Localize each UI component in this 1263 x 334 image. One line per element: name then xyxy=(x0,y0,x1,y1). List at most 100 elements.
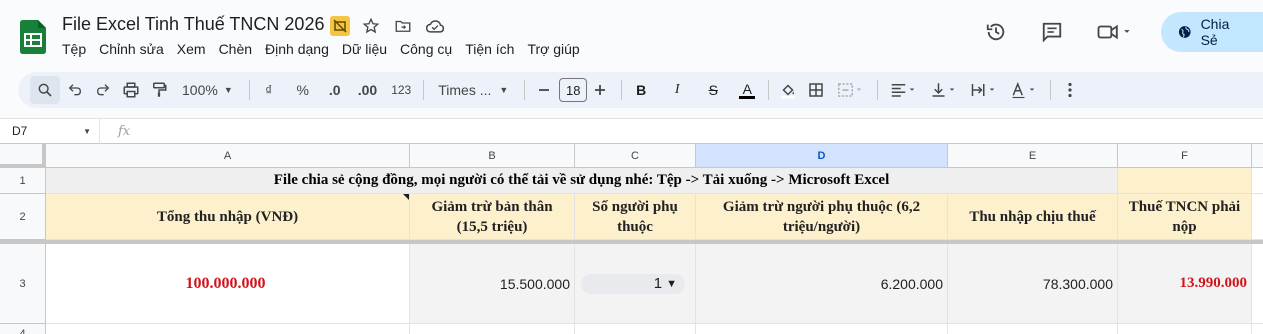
search-menus-icon[interactable] xyxy=(30,76,60,104)
cell-b4[interactable] xyxy=(410,324,575,334)
cell-c3[interactable]: 1 ▼ xyxy=(575,244,696,324)
share-button[interactable]: Chia Sẻ xyxy=(1161,12,1263,52)
menu-file[interactable]: Tệp xyxy=(62,41,86,57)
row-header-2[interactable]: 2 xyxy=(0,194,46,240)
header-personal-deduction[interactable]: Giảm trừ bản thân (15,5 triệu) xyxy=(410,194,575,240)
menu-format[interactable]: Định dạng xyxy=(265,41,329,57)
column-header-b[interactable]: B xyxy=(410,144,575,168)
banner-cell[interactable]: File chia sẻ cộng đồng, mọi người có thể… xyxy=(46,168,1118,194)
italic-button[interactable]: I xyxy=(664,76,690,104)
header-actions: Chia Sẻ xyxy=(979,12,1263,52)
title-icons xyxy=(330,15,446,37)
meet-video-icon[interactable] xyxy=(1091,15,1139,49)
text-color-letter: A xyxy=(742,80,752,97)
document-title[interactable]: File Excel Tinh Thuế TNCN 2026 xyxy=(62,14,324,35)
formula-input[interactable] xyxy=(130,118,1263,144)
undo-icon[interactable] xyxy=(62,76,88,104)
currency-format-button[interactable]: ₫ xyxy=(256,76,282,104)
text-color-button[interactable]: A xyxy=(734,76,760,104)
decrease-font-size-button[interactable] xyxy=(531,76,557,104)
header-total-income[interactable]: Tổng thu nhập (VNĐ) xyxy=(46,194,410,240)
fill-color-icon[interactable] xyxy=(775,76,801,104)
row-header-3[interactable]: 3 xyxy=(0,244,46,324)
toolbar-divider xyxy=(1050,80,1052,100)
cell-f3[interactable]: 13.990.000 xyxy=(1118,244,1252,324)
column-header-f[interactable]: F xyxy=(1118,144,1252,168)
note-indicator xyxy=(403,194,409,200)
select-all-corner[interactable] xyxy=(0,144,46,168)
strikethrough-button[interactable]: S xyxy=(700,76,726,104)
horizontal-align-icon[interactable] xyxy=(884,76,922,104)
font-size-input[interactable]: 18 xyxy=(559,78,588,102)
dependents-value: 1 xyxy=(653,275,663,292)
column-header-e[interactable]: E xyxy=(948,144,1118,168)
chevron-down-icon: ▼ xyxy=(223,85,233,95)
print-icon[interactable] xyxy=(118,76,144,104)
more-options-icon[interactable] xyxy=(1057,76,1083,104)
menu-help[interactable]: Trợ giúp xyxy=(527,41,579,57)
cell-b3[interactable]: 15.500.000 xyxy=(410,244,575,324)
comments-icon[interactable] xyxy=(1035,15,1069,49)
bold-button[interactable]: B xyxy=(628,76,654,104)
toolbar-divider xyxy=(524,80,526,100)
text-rotation-icon[interactable] xyxy=(1004,76,1042,104)
column-header-next[interactable] xyxy=(1252,144,1263,168)
menu-extensions[interactable]: Tiện ích xyxy=(465,41,514,57)
taxable-income-value: 78.300.000 xyxy=(1042,275,1113,292)
dependents-dropdown-chip[interactable]: 1 ▼ xyxy=(581,273,685,294)
cell-g3[interactable] xyxy=(1252,244,1263,324)
column-header-a[interactable]: A xyxy=(46,144,410,168)
cloud-saved-icon[interactable] xyxy=(424,15,446,37)
menu-bar: Tệp Chỉnh sửa Xem Chèn Định dạng Dữ liệu… xyxy=(62,41,580,57)
star-icon[interactable] xyxy=(360,15,382,37)
formula-bar: D7 ▼ fx xyxy=(0,118,1263,144)
menu-edit[interactable]: Chỉnh sửa xyxy=(99,41,164,57)
cell-g2[interactable] xyxy=(1252,194,1263,240)
zoom-select[interactable]: 100% ▼ xyxy=(174,76,241,104)
chevron-down-icon: ▼ xyxy=(83,126,91,136)
cell-e4[interactable] xyxy=(948,324,1118,334)
pit-payable-value: 13.990.000 xyxy=(1179,275,1248,291)
menu-data[interactable]: Dữ liệu xyxy=(342,41,387,57)
header-pit-payable[interactable]: Thuế TNCN phải nộp xyxy=(1118,194,1252,240)
cell-f4[interactable] xyxy=(1118,324,1252,334)
column-header-d[interactable]: D xyxy=(696,144,948,168)
menu-tools[interactable]: Công cụ xyxy=(400,41,452,57)
menu-insert[interactable]: Chèn xyxy=(219,41,252,57)
header-dependents[interactable]: Số người phụ thuộc xyxy=(575,194,696,240)
cell-d3[interactable]: 6.200.000 xyxy=(696,244,948,324)
sheets-logo-icon[interactable] xyxy=(20,20,46,54)
cell-f1[interactable] xyxy=(1118,168,1252,194)
offline-badge-icon[interactable] xyxy=(330,16,350,36)
version-history-icon[interactable] xyxy=(979,15,1013,49)
text-wrapping-icon[interactable] xyxy=(964,76,1002,104)
paint-format-icon[interactable] xyxy=(146,76,172,104)
merge-cells-icon[interactable] xyxy=(831,76,869,104)
borders-icon[interactable] xyxy=(803,76,829,104)
redo-icon[interactable] xyxy=(90,76,116,104)
increase-decimal-button[interactable]: .00 xyxy=(354,76,381,104)
decrease-decimal-button[interactable]: .0 xyxy=(322,76,348,104)
font-family-select[interactable]: Times ... ▼ xyxy=(430,76,516,104)
percent-format-button[interactable]: % xyxy=(290,76,316,104)
more-formats-button[interactable]: 123 xyxy=(387,76,415,104)
cell-c4[interactable] xyxy=(575,324,696,334)
menu-view[interactable]: Xem xyxy=(177,41,206,57)
font-family-value: Times ... xyxy=(438,82,492,98)
name-box[interactable]: D7 ▼ xyxy=(0,118,100,144)
vertical-align-icon[interactable] xyxy=(924,76,962,104)
cell-a4[interactable] xyxy=(46,324,410,334)
chevron-down-icon: ▼ xyxy=(499,85,509,95)
personal-deduction-value: 15.500.000 xyxy=(499,275,570,292)
row-header-1[interactable]: 1 xyxy=(0,168,46,194)
increase-font-size-button[interactable] xyxy=(587,76,613,104)
cell-a3[interactable]: 100.000.000 xyxy=(46,244,410,324)
header-taxable-income[interactable]: Thu nhập chịu thuế xyxy=(948,194,1118,240)
cell-e3[interactable]: 78.300.000 xyxy=(948,244,1118,324)
cell-g1[interactable] xyxy=(1252,168,1263,194)
header-dependent-deduction[interactable]: Giảm trừ người phụ thuộc (6,2 triệu/ngườ… xyxy=(696,194,948,240)
row-header-4[interactable]: 4 xyxy=(0,324,46,334)
column-header-c[interactable]: C xyxy=(575,144,696,168)
cell-d4[interactable] xyxy=(696,324,948,334)
move-folder-icon[interactable] xyxy=(392,15,414,37)
